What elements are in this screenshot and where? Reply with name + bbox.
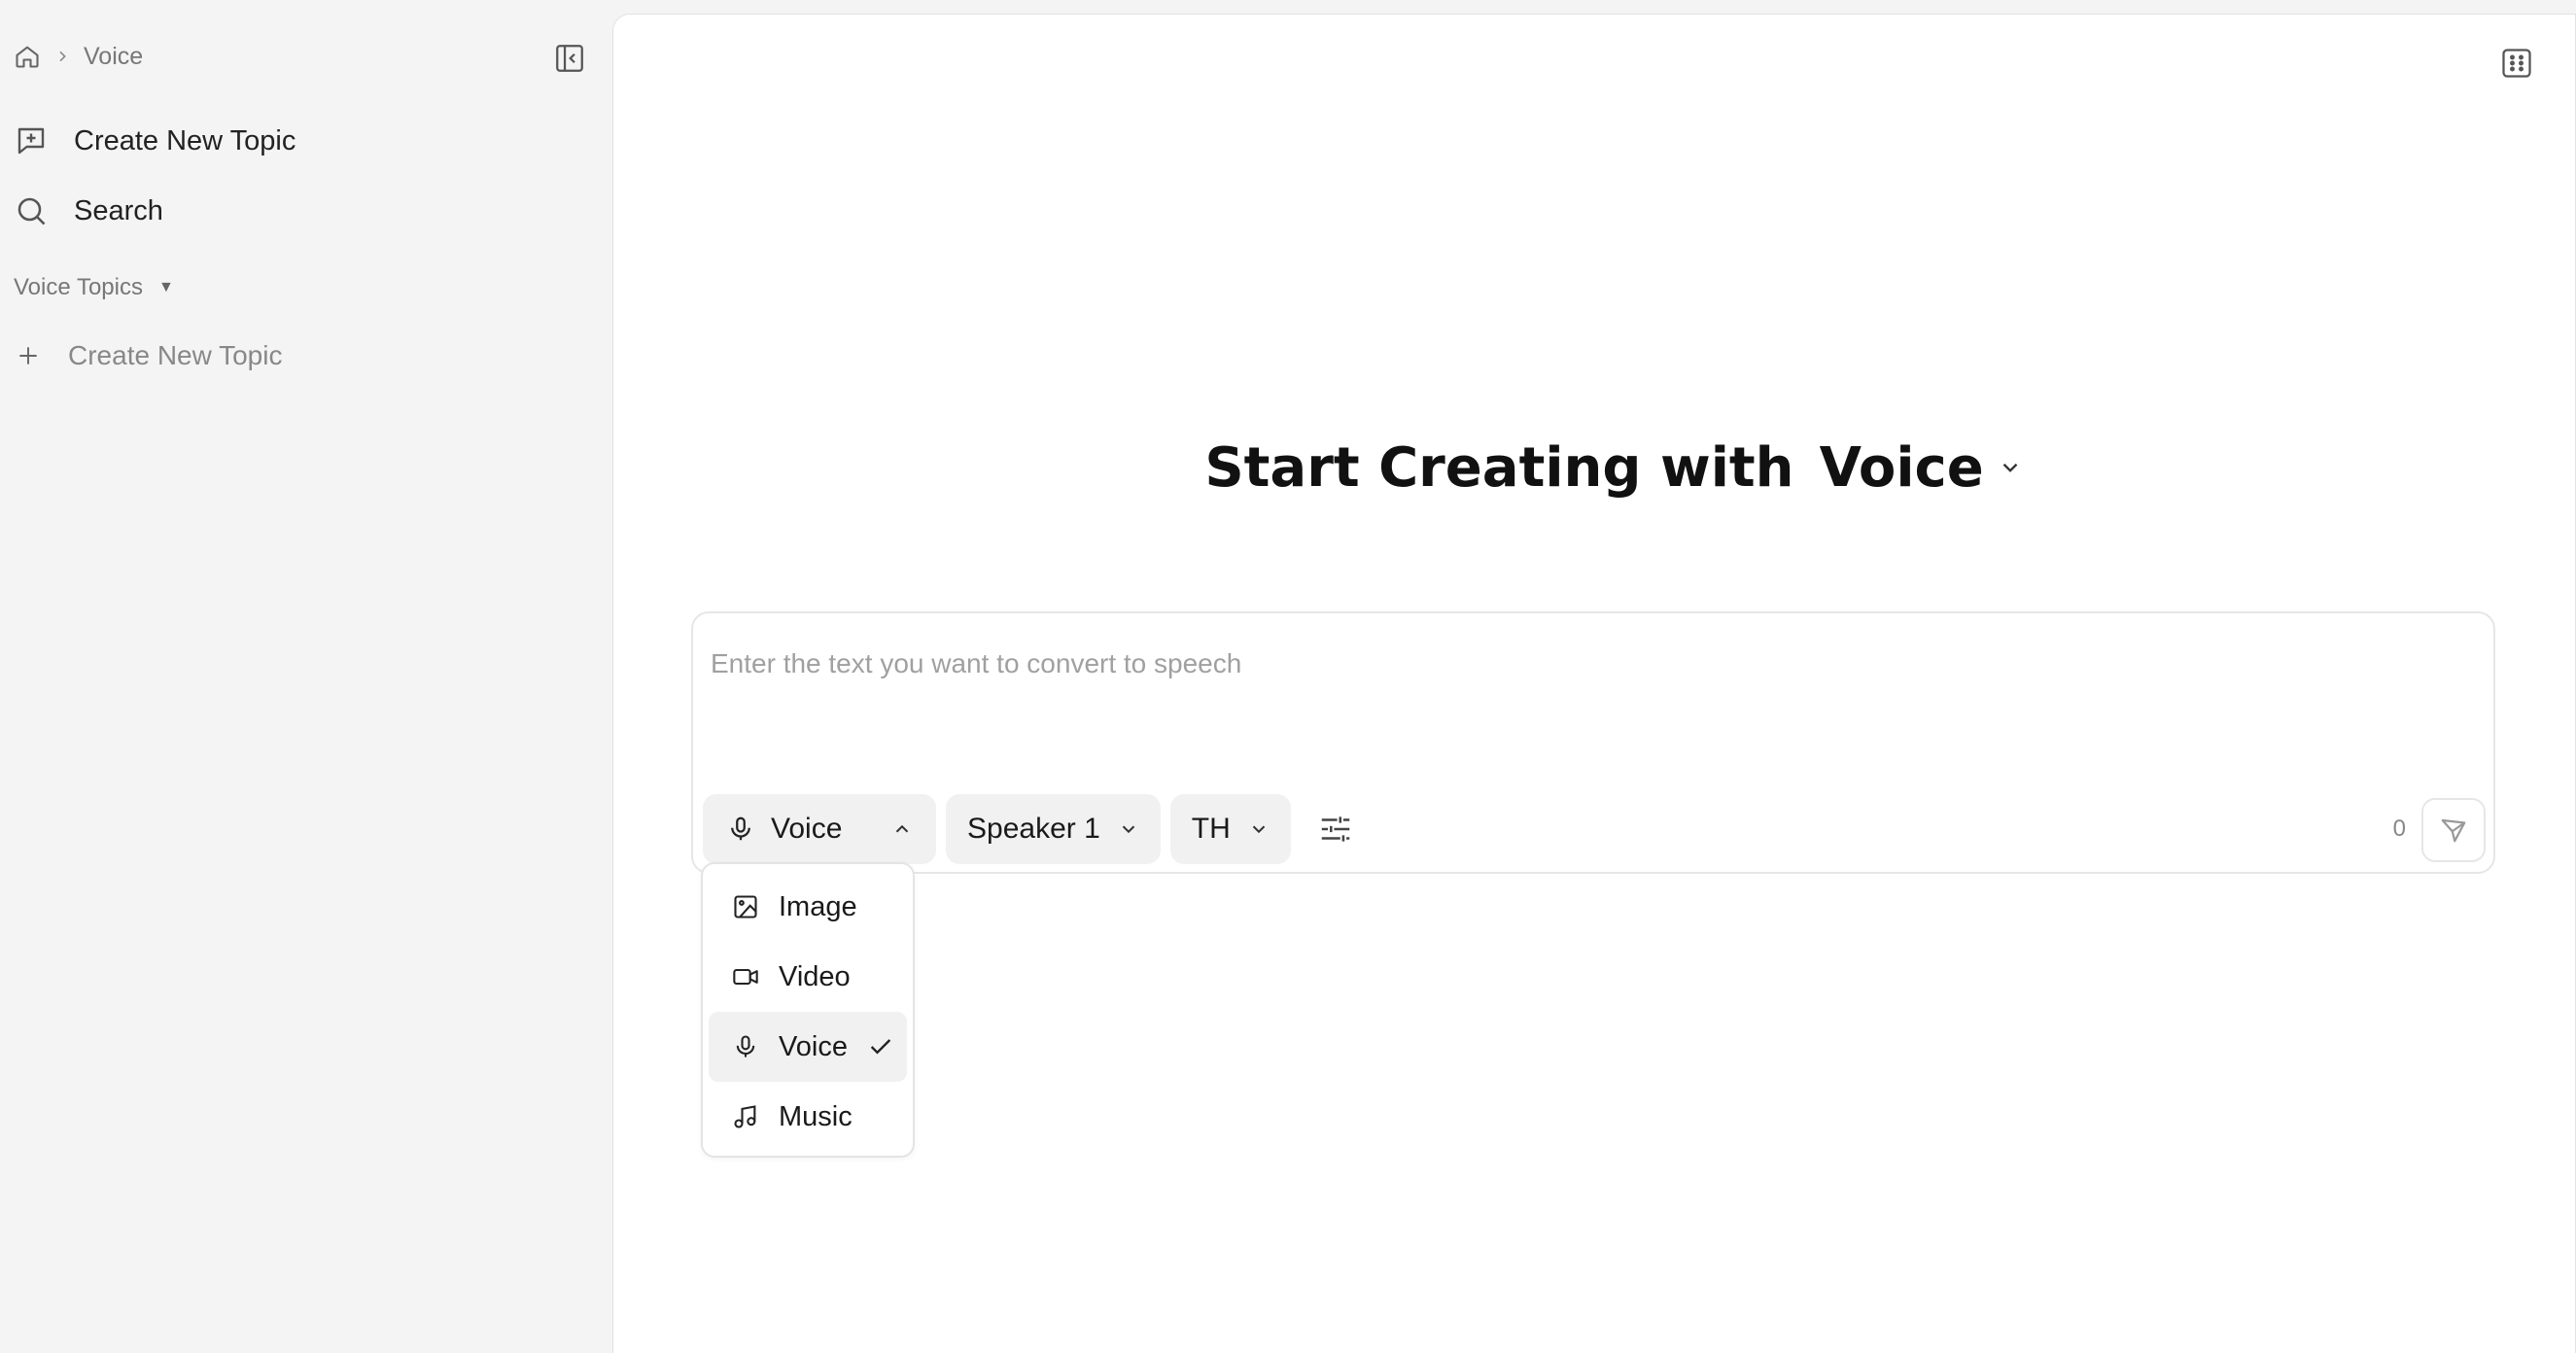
heading-mode-label: Voice <box>1819 435 1984 500</box>
page-title-prefix: Start Creating with <box>1204 435 1794 500</box>
mic-icon <box>726 815 755 844</box>
home-icon[interactable] <box>14 43 41 70</box>
composer-toolbar: Voice Speaker 1 TH <box>703 794 1371 864</box>
heading-mode-selector[interactable]: Voice <box>1820 436 2023 500</box>
page-title: Start Creating with Voice <box>613 427 2575 508</box>
grid-layout-icon <box>2499 46 2534 81</box>
collapse-sidebar-button[interactable] <box>550 39 589 78</box>
dropdown-item-video[interactable]: Video <box>709 942 907 1012</box>
check-icon <box>867 1033 894 1060</box>
sidebar-collapse-icon <box>553 42 586 75</box>
main-panel: Start Creating with Voice Enter the text… <box>612 14 2576 1353</box>
breadcrumb: Voice <box>14 37 143 76</box>
dropdown-item-image[interactable]: Image <box>709 872 907 942</box>
chevron-down-icon <box>1118 818 1139 840</box>
sidebar: Voice Create New Topic Search Voice Topi… <box>0 0 612 1353</box>
section-title: Voice Topics <box>14 274 143 300</box>
video-icon <box>732 963 759 990</box>
mode-select-label: Voice <box>771 813 843 845</box>
new-chat-icon <box>14 123 49 158</box>
dropdown-item-voice[interactable]: Voice <box>709 1012 907 1082</box>
image-icon <box>732 893 759 920</box>
dropdown-item-label: Music <box>779 1100 853 1132</box>
sidebar-search[interactable]: Search <box>14 184 163 238</box>
sidebar-create-topic-label: Create New Topic <box>74 124 296 156</box>
chevron-up-icon <box>891 818 913 840</box>
chevron-down-icon <box>1998 455 2023 480</box>
character-count: 0 <box>2392 815 2406 842</box>
chevron-down-icon <box>1248 818 1270 840</box>
plus-icon <box>16 343 41 368</box>
layout-toggle-button[interactable] <box>2495 42 2538 85</box>
mic-icon <box>732 1033 759 1060</box>
dropdown-item-label: Image <box>779 890 857 922</box>
dropdown-item-label: Voice <box>779 1030 848 1062</box>
sliders-icon <box>1317 811 1354 848</box>
settings-button[interactable] <box>1301 794 1371 864</box>
sidebar-add-topic[interactable]: Create New Topic <box>16 329 282 383</box>
music-icon <box>732 1103 759 1130</box>
text-composer[interactable]: Enter the text you want to convert to sp… <box>691 611 2495 874</box>
send-icon <box>2439 815 2468 845</box>
search-icon <box>14 193 49 228</box>
caret-down-icon: ▼ <box>157 279 174 295</box>
speaker-select-button[interactable]: Speaker 1 <box>946 794 1161 864</box>
sidebar-add-topic-label: Create New Topic <box>68 340 283 370</box>
speaker-select-label: Speaker 1 <box>967 813 1100 845</box>
app-window: Voice Create New Topic Search Voice Topi… <box>0 0 2576 1353</box>
language-select-button[interactable]: TH <box>1169 794 1291 864</box>
dropdown-item-music[interactable]: Music <box>709 1082 907 1152</box>
send-button[interactable] <box>2421 798 2486 862</box>
sidebar-create-topic[interactable]: Create New Topic <box>14 114 296 168</box>
chevron-right-icon <box>54 49 70 64</box>
dropdown-item-label: Video <box>779 960 851 992</box>
voice-topics-section[interactable]: Voice Topics ▼ <box>14 268 174 307</box>
mode-dropdown-menu: Image Video Voice Music <box>701 862 915 1158</box>
breadcrumb-current: Voice <box>84 42 144 70</box>
text-input[interactable]: Enter the text you want to convert to sp… <box>711 648 1241 679</box>
sidebar-search-label: Search <box>74 194 163 226</box>
language-select-label: TH <box>1191 813 1231 845</box>
mode-select-button[interactable]: Voice <box>703 794 936 864</box>
